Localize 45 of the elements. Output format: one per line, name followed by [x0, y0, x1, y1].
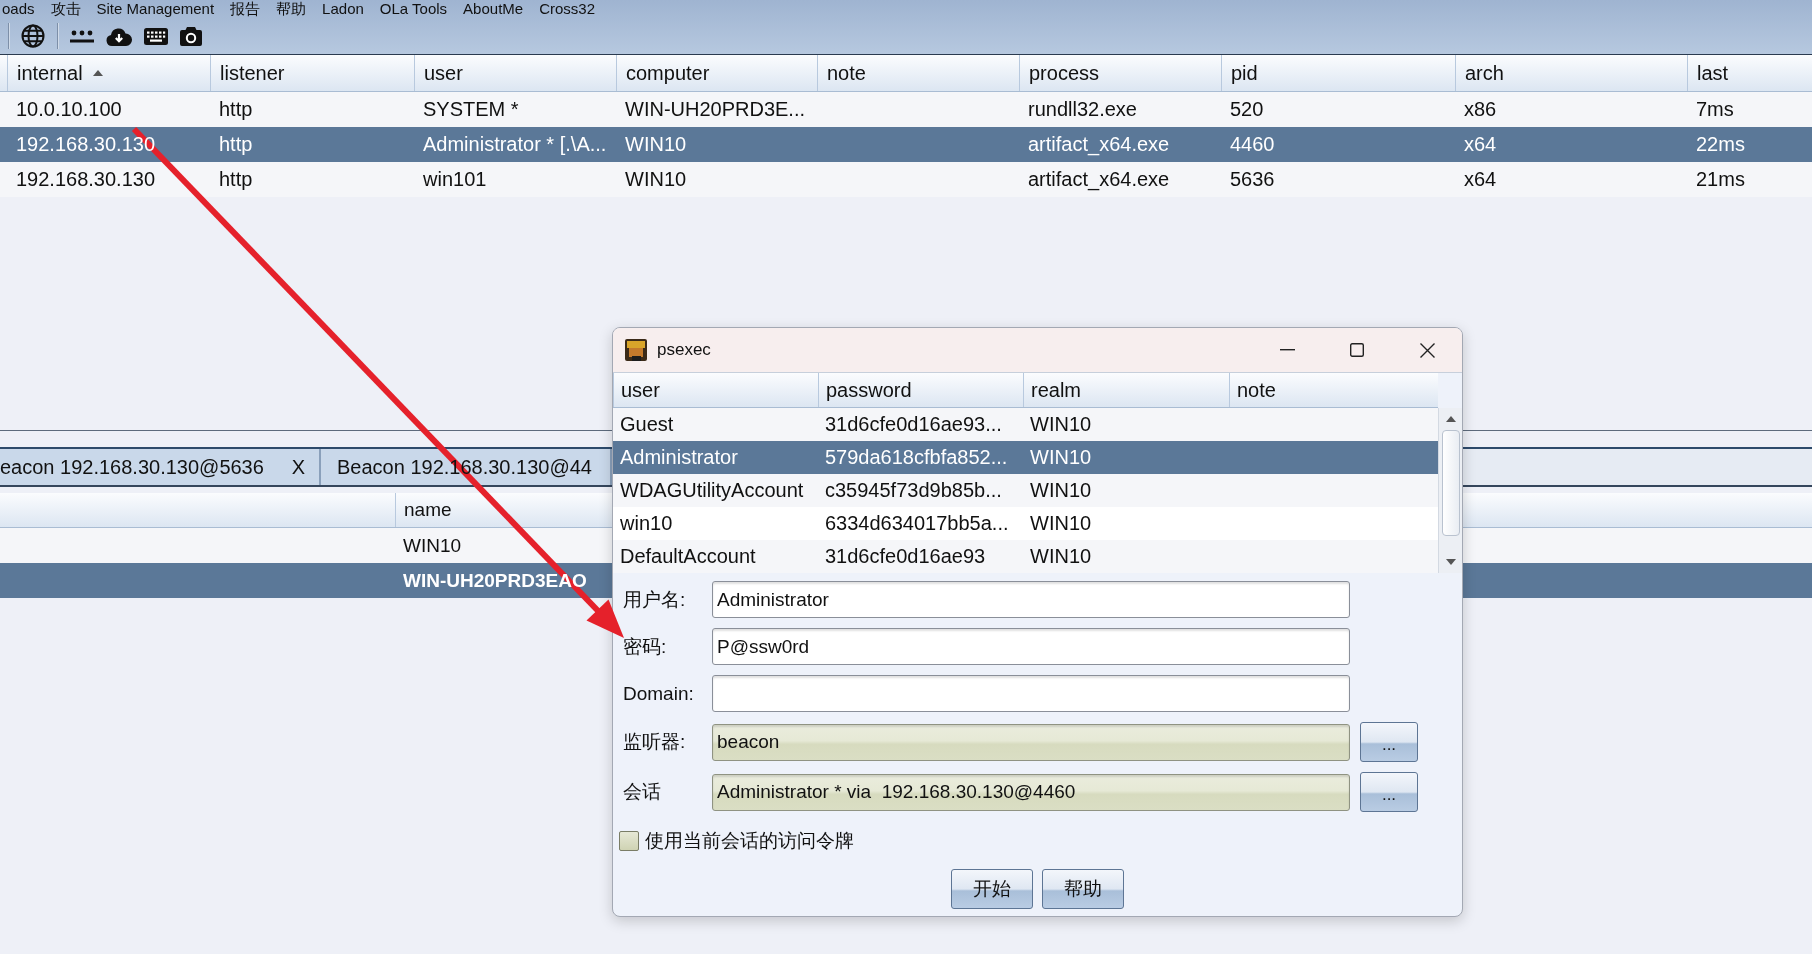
table-cell-text: artifact_x64.exe [1027, 167, 1171, 193]
table-cell-text: WIN-UH20PRD3E... [624, 97, 807, 122]
field-label: 监听器: [623, 730, 686, 754]
table-cell-text: WIN10 [1029, 511, 1093, 536]
table-cell-text: WIN10 [624, 167, 688, 192]
table-cell-text: 31d6cfe0d16ae93 [824, 544, 987, 569]
table-cell-text: x86 [1463, 97, 1498, 122]
table-cell-text: http [218, 132, 254, 157]
table-cell-text: 6334d634017bb5a... [824, 511, 1010, 536]
table-cell-text: 22ms [1695, 132, 1746, 157]
table-cell-text: 31d6cfe0d16ae93... [824, 412, 1003, 437]
table-cell-text: WDAGUtilityAccount [619, 478, 805, 503]
table-cell-text: SYSTEM * [422, 97, 520, 122]
table-cell-text: win101 [422, 167, 488, 192]
window-title: psexec [657, 340, 711, 360]
table-cell-text: http [218, 97, 254, 122]
table-cell-text: 4460 [1229, 132, 1276, 157]
table-cell-text: WIN10 [402, 533, 463, 558]
table-cell-text: Guest [619, 412, 675, 437]
table-cell-text: 7ms [1695, 97, 1735, 122]
table-cell-text: 192.168.30.130 [15, 167, 157, 192]
table-cell-text: c35945f73d9b85b... [824, 478, 1003, 503]
table-cell-text: 579da618cfbfa852... [824, 445, 1009, 470]
table-cell-text: 520 [1229, 97, 1265, 122]
table-cell-text: rundll32.exe [1027, 97, 1138, 122]
table-cell-text: 21ms [1695, 167, 1746, 192]
table-cell-text: 10.0.10.100 [15, 97, 123, 122]
table-cell-text: win10 [619, 511, 674, 536]
field-label: 用户名: [623, 587, 686, 612]
table-cell-text: Administrator * [.\A... [422, 132, 608, 157]
table-cell-text: WIN10 [1029, 412, 1093, 437]
field-label: Domain: [623, 682, 694, 705]
table-cell-text: http [218, 167, 254, 192]
table-cell-text: WIN10 [624, 132, 688, 157]
field-label: 密码: [623, 634, 667, 659]
table-cell-text: WIN10 [1029, 478, 1093, 503]
table-cell-text: WIN10 [1029, 445, 1093, 470]
table-cell-text: x64 [1463, 132, 1498, 157]
table-cell-text: Administrator [619, 445, 739, 470]
table-cell-text: 5636 [1229, 167, 1276, 192]
table-cell-text: WIN10 [1029, 544, 1093, 569]
table-cell-text: DefaultAccount [619, 544, 757, 569]
table-cell-text: x64 [1463, 167, 1498, 192]
field-label: 会话 [623, 780, 661, 804]
table-cell-text: artifact_x64.exe [1027, 132, 1171, 158]
